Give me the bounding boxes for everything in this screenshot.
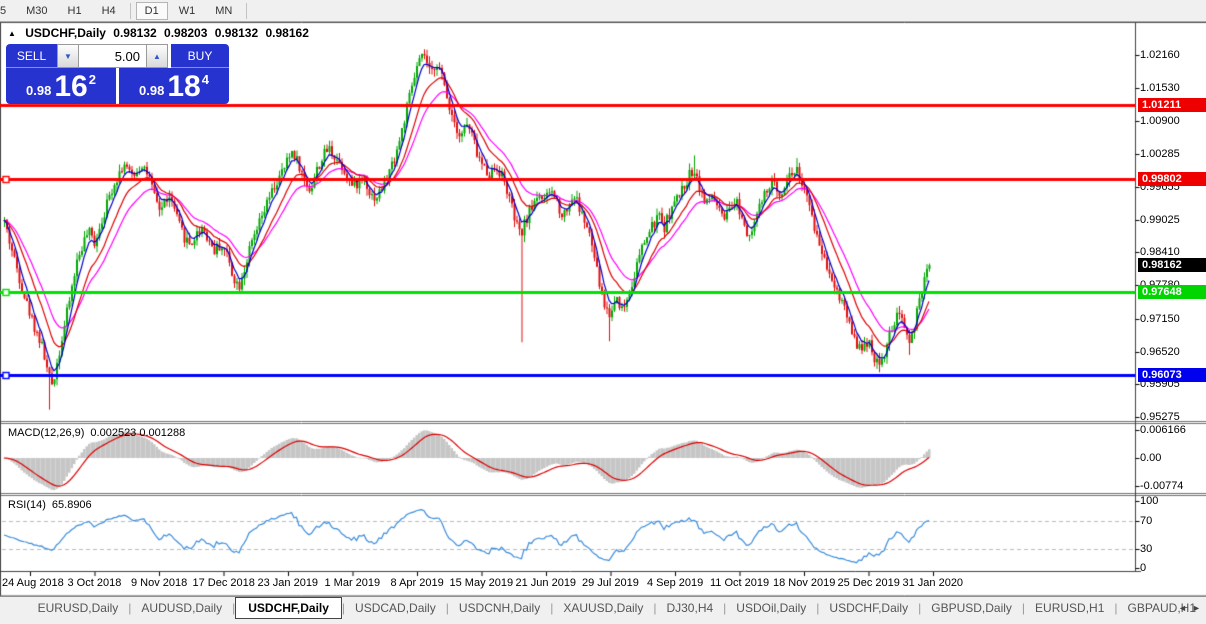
toolbar-separator xyxy=(246,3,247,19)
buy-price-prefix: 0.98 xyxy=(139,83,164,98)
date-axis-label: 29 Jul 2019 xyxy=(582,577,639,589)
chart-symbol-period: USDCHF,Daily xyxy=(25,26,106,40)
price-axis-tick-label: 0.99025 xyxy=(1140,214,1180,226)
chart-tab-usdchf-daily[interactable]: USDCHF,Daily xyxy=(819,598,918,618)
ohlc-close: 0.98162 xyxy=(266,26,309,40)
chart-tab-usdchf-daily[interactable]: USDCHF,Daily xyxy=(235,597,342,619)
chart-tab-dj30-h4[interactable]: DJ30,H4 xyxy=(656,598,723,618)
rsi-axis-tick-label: 0 xyxy=(1140,562,1146,574)
rsi-name: RSI(14) xyxy=(8,499,46,511)
volume-input[interactable] xyxy=(79,44,146,68)
toolbar-separator xyxy=(130,3,131,19)
rsi-axis-tick-label: 100 xyxy=(1140,495,1158,507)
ohlc-high: 0.98203 xyxy=(164,26,207,40)
date-axis-label: 18 Nov 2019 xyxy=(773,577,835,589)
trade-panel-price-row: 0.98 16 2 0.98 18 4 xyxy=(6,68,229,104)
sell-button[interactable]: SELL xyxy=(6,44,57,68)
price-axis-tick-label: 0.95275 xyxy=(1140,411,1180,423)
date-axis-label: 21 Jun 2019 xyxy=(516,577,577,589)
date-axis-label: 31 Jan 2020 xyxy=(903,577,964,589)
date-axis-label: 24 Aug 2018 xyxy=(2,577,64,589)
chart-title: ▲ USDCHF,Daily 0.98132 0.98203 0.98132 0… xyxy=(8,26,313,40)
ohlc-open: 0.98132 xyxy=(113,26,156,40)
date-axis-label: 17 Dec 2018 xyxy=(193,577,255,589)
collapse-trade-panel-icon[interactable]: ▲ xyxy=(8,29,16,38)
ohlc-low: 0.98132 xyxy=(215,26,258,40)
timeframe-button-m30[interactable]: M30 xyxy=(17,2,56,20)
price-axis-tick-label: 0.96520 xyxy=(1140,346,1180,358)
tab-scroll-right-icon[interactable]: ► xyxy=(1192,603,1201,613)
price-axis-tick-label: 1.02160 xyxy=(1140,49,1180,61)
rsi-axis-tick-label: 30 xyxy=(1140,543,1152,555)
date-axis-label: 4 Sep 2019 xyxy=(647,577,703,589)
price-axis-tick-label: 0.97150 xyxy=(1140,313,1180,325)
sell-price-box[interactable]: 0.98 16 2 xyxy=(6,68,116,104)
price-tag-0.96073: 0.96073 xyxy=(1138,368,1206,382)
date-axis-label: 8 Apr 2019 xyxy=(391,577,444,589)
timeframe-button-d1[interactable]: D1 xyxy=(136,2,168,20)
rsi-value: 65.8906 xyxy=(52,499,92,511)
price-tag-0.98162: 0.98162 xyxy=(1138,258,1206,272)
macd-name: MACD(12,26,9) xyxy=(8,427,84,439)
chart-tab-usdoil-daily[interactable]: USDOil,Daily xyxy=(726,598,816,618)
chart-tab-bar: EURUSD,Daily|AUDUSD,Daily|USDCHF,Daily|U… xyxy=(0,596,1206,624)
macd-axis-tick-label: -0.00774 xyxy=(1140,480,1183,492)
macd-values: 0.002523 0.001288 xyxy=(90,427,185,439)
timeframe-button-mn[interactable]: MN xyxy=(206,2,241,20)
sell-price-pip: 2 xyxy=(89,72,96,87)
macd-indicator-label: MACD(12,26,9) 0.002523 0.001288 xyxy=(8,427,185,439)
price-tag-0.97648: 0.97648 xyxy=(1138,285,1206,299)
buy-button[interactable]: BUY xyxy=(171,44,229,68)
volume-decrease-button[interactable]: ▼ xyxy=(57,44,79,68)
price-tag-0.99802: 0.99802 xyxy=(1138,172,1206,186)
price-axis-tick-label: 1.00900 xyxy=(1140,115,1180,127)
date-axis-label: 15 May 2019 xyxy=(450,577,514,589)
date-axis-label: 1 Mar 2019 xyxy=(325,577,381,589)
rsi-indicator-label: RSI(14) 65.8906 xyxy=(8,499,92,511)
sell-price-digits: 16 xyxy=(54,73,87,101)
chart-tab-audusd-daily[interactable]: AUDUSD,Daily xyxy=(131,598,232,618)
chart-tab-eurusd-daily[interactable]: EURUSD,Daily xyxy=(28,598,129,618)
volume-increase-button[interactable]: ▲ xyxy=(146,44,168,68)
timeframe-button-5[interactable]: 5 xyxy=(0,2,15,20)
price-axis-tick-label: 1.00285 xyxy=(1140,148,1180,160)
chart-tab-gbpusd-daily[interactable]: GBPUSD,Daily xyxy=(921,598,1022,618)
buy-price-box[interactable]: 0.98 18 4 xyxy=(119,68,229,104)
price-axis-tick-label: 1.01530 xyxy=(1140,82,1180,94)
tab-scroll-left-icon[interactable]: ◄ xyxy=(1178,603,1187,613)
buy-price-pip: 4 xyxy=(202,72,209,87)
price-tag-1.01211: 1.01211 xyxy=(1138,98,1206,112)
chart-tab-eurusd-h1[interactable]: EURUSD,H1 xyxy=(1025,598,1114,618)
macd-axis-tick-label: 0.006166 xyxy=(1140,424,1186,436)
mt4-window: 5M30H1H4 D1W1MN ▲ USDCHF,Daily 0.98132 0.… xyxy=(0,0,1206,624)
price-axis-tick-label: 0.98410 xyxy=(1140,246,1180,258)
chart-tab-xauusd-daily[interactable]: XAUUSD,Daily xyxy=(553,598,653,618)
timeframe-button-h1[interactable]: H1 xyxy=(59,2,91,20)
buy-price-digits: 18 xyxy=(167,73,200,101)
timeframe-button-h4[interactable]: H4 xyxy=(93,2,125,20)
rsi-axis-tick-label: 70 xyxy=(1140,515,1152,527)
trade-panel-top-row: SELL ▼ ▲ BUY xyxy=(6,44,229,68)
date-axis-label: 9 Nov 2018 xyxy=(131,577,187,589)
timeframe-button-w1[interactable]: W1 xyxy=(170,2,205,20)
date-axis-label: 3 Oct 2018 xyxy=(68,577,122,589)
sell-price-prefix: 0.98 xyxy=(26,83,51,98)
macd-axis-tick-label: 0.00 xyxy=(1140,452,1161,464)
timeframe-toolbar: 5M30H1H4 D1W1MN xyxy=(0,0,1206,22)
date-axis-label: 11 Oct 2019 xyxy=(710,577,769,589)
chart-tab-usdcad-daily[interactable]: USDCAD,Daily xyxy=(345,598,446,618)
date-axis-label: 23 Jan 2019 xyxy=(258,577,319,589)
chart-tab-usdcnh-daily[interactable]: USDCNH,Daily xyxy=(449,598,550,618)
one-click-trading-panel: SELL ▼ ▲ BUY 0.98 16 2 0.98 18 4 xyxy=(6,44,229,104)
date-axis-label: 25 Dec 2019 xyxy=(838,577,900,589)
